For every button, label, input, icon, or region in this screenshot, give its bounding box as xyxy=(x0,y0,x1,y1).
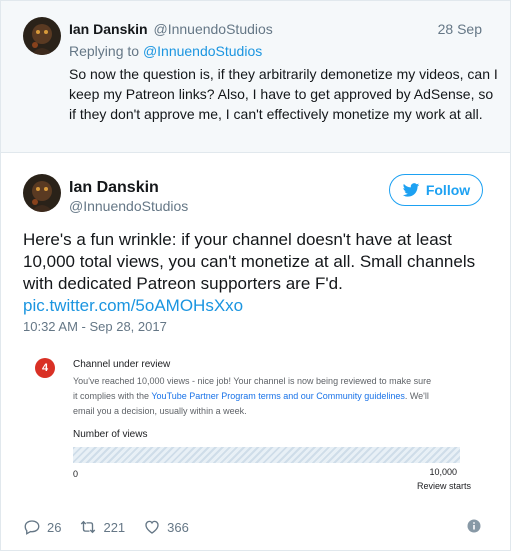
follow-button[interactable]: Follow xyxy=(389,174,483,206)
follow-label: Follow xyxy=(425,182,471,198)
reply-icon xyxy=(24,520,40,535)
pic-link[interactable]: pic.twitter.com/5oAMOHsXxo xyxy=(23,295,493,317)
main-tweet: Ian Danskin @InnuendoStudios Follow Here… xyxy=(1,154,510,551)
reply-author[interactable]: Ian Danskin @InnuendoStudios xyxy=(69,21,273,37)
reply-count: 26 xyxy=(47,519,62,535)
media-body: You've reached 10,000 views - nice job! … xyxy=(73,374,433,419)
reply-tweet[interactable]: Ian Danskin @InnuendoStudios 28 Sep Repl… xyxy=(1,1,510,153)
step-number-badge: 4 xyxy=(35,358,55,378)
axis-max-caption: Review starts xyxy=(416,481,471,491)
heart-icon xyxy=(145,520,159,534)
axis-max: 10,000 xyxy=(429,467,457,477)
tweet-body: Here's a fun wrinkle: if your channel do… xyxy=(23,230,476,293)
replying-prefix: Replying to xyxy=(69,43,140,59)
retweet-icon xyxy=(81,520,96,534)
tweet-timestamp[interactable]: 10:32 AM - Sep 28, 2017 xyxy=(23,319,167,334)
reply-tweet-text: So now the question is, if they arbitrar… xyxy=(69,66,498,122)
replying-to-link[interactable]: @InnuendoStudios xyxy=(143,43,262,59)
author-name[interactable]: Ian Danskin xyxy=(69,21,148,37)
like-action[interactable]: 366 xyxy=(143,518,189,536)
views-progress-bar xyxy=(73,447,460,463)
retweet-count: 221 xyxy=(103,519,126,535)
replying-to: Replying to @InnuendoStudios xyxy=(69,43,262,59)
info-icon[interactable] xyxy=(467,519,481,533)
reply-action[interactable]: 26 xyxy=(23,518,61,536)
author-handle[interactable]: @InnuendoStudios xyxy=(153,21,272,37)
media-title: Channel under review xyxy=(73,359,171,370)
like-count: 366 xyxy=(167,519,189,535)
progress-label: Number of views xyxy=(73,429,148,440)
avatar[interactable] xyxy=(23,174,61,212)
retweet-action[interactable]: 221 xyxy=(79,518,125,536)
main-tweet-text: Here's a fun wrinkle: if your channel do… xyxy=(23,229,493,317)
axis-min: 0 xyxy=(73,469,79,479)
media-link: YouTube Partner Program terms and our Co… xyxy=(151,391,405,401)
author-name[interactable]: Ian Danskin xyxy=(69,179,159,197)
twitter-bird-icon xyxy=(402,183,420,197)
author-handle[interactable]: @InnuendoStudios xyxy=(69,198,188,214)
tweet-embed: Ian Danskin @InnuendoStudios 28 Sep Repl… xyxy=(0,0,511,551)
tweet-date[interactable]: 28 Sep xyxy=(438,21,482,37)
tweet-actions: 26 221 366 xyxy=(23,516,207,538)
avatar[interactable] xyxy=(23,17,61,55)
attached-image[interactable]: 4 Channel under review You've reached 10… xyxy=(23,350,491,498)
